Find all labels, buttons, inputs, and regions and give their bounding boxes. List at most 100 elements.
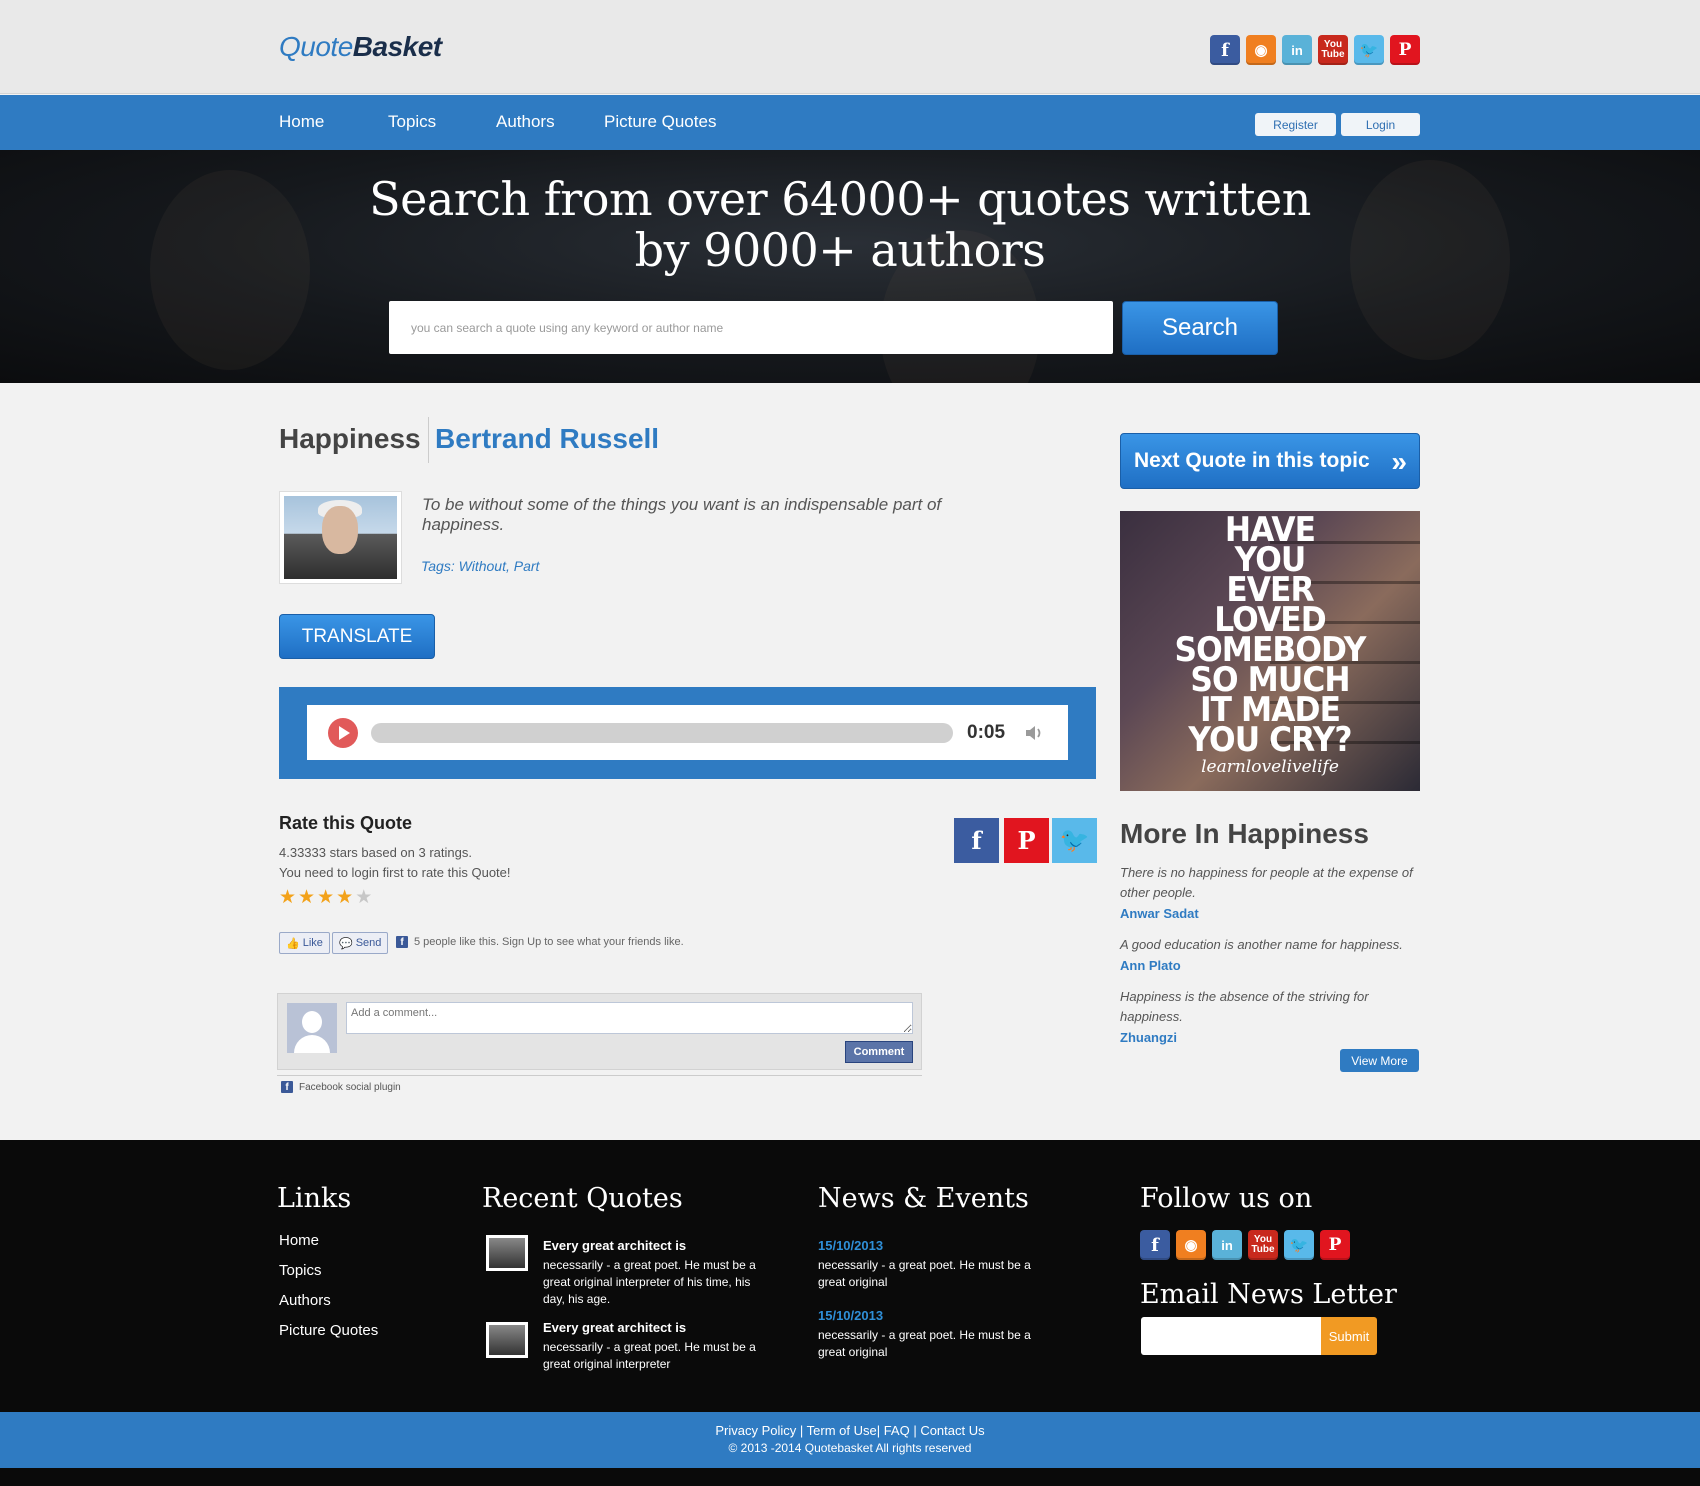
tags-label: Tags: bbox=[421, 558, 455, 574]
rating-summary: 4.33333 stars based on 3 ratings. bbox=[279, 845, 472, 860]
footer-link-topics[interactable]: Topics bbox=[279, 1262, 322, 1279]
footer-news-heading: News & Events bbox=[818, 1183, 1029, 1214]
avatar bbox=[287, 1003, 337, 1053]
bottom-strip bbox=[0, 1468, 1700, 1486]
translate-button[interactable]: TRANSLATE bbox=[279, 614, 435, 659]
volume-icon[interactable] bbox=[1023, 722, 1045, 744]
related-quote-author[interactable]: Zhuangzi bbox=[1120, 1030, 1177, 1045]
next-quote-button[interactable]: Next Quote in this topic » bbox=[1120, 433, 1420, 489]
double-chevron-right-icon: » bbox=[1391, 446, 1406, 477]
fb-plugin-credit: f Facebook social plugin bbox=[281, 1081, 401, 1093]
twitter-icon[interactable]: 🐦 bbox=[1284, 1230, 1314, 1260]
more-in-topic-heading: More In Happiness bbox=[1120, 818, 1369, 849]
quote-tags: Tags: Without, Part bbox=[421, 558, 539, 574]
view-more-button[interactable]: View More bbox=[1340, 1049, 1419, 1072]
related-quote-text[interactable]: A good education is another name for hap… bbox=[1120, 935, 1420, 955]
rating-login-note: You need to login first to rate this Quo… bbox=[279, 865, 511, 880]
comment-input[interactable] bbox=[346, 1002, 913, 1034]
star-icon[interactable]: ★ bbox=[336, 888, 353, 907]
nav-picture-quotes[interactable]: Picture Quotes bbox=[604, 112, 716, 132]
tags-links[interactable]: Without, Part bbox=[459, 558, 540, 574]
speech-bubble-icon: 💬 bbox=[339, 937, 353, 950]
footer-link-home[interactable]: Home bbox=[279, 1232, 319, 1249]
picture-quote-text: HAVE YOU EVER LOVED SOMEBODY SO MUCH IT … bbox=[1132, 513, 1408, 760]
youtube-icon[interactable]: You Tube bbox=[1318, 35, 1348, 65]
star-icon[interactable]: ★ bbox=[355, 888, 372, 907]
search-button[interactable]: Search bbox=[1122, 301, 1278, 355]
twitter-share-icon[interactable]: 🐦 bbox=[1052, 818, 1097, 863]
picture-quote-signature: learnlovelivelife bbox=[1201, 757, 1339, 777]
audio-player-controls: 0:05 bbox=[307, 705, 1068, 760]
recent-quote-thumbnail[interactable] bbox=[486, 1235, 528, 1271]
star-icon[interactable]: ★ bbox=[298, 888, 315, 907]
audio-progress-bar[interactable] bbox=[371, 723, 953, 743]
logo-part-quote: Quote bbox=[279, 31, 353, 62]
twitter-icon[interactable]: 🐦 bbox=[1354, 35, 1384, 65]
fb-like-count-text: 5 people like this. Sign Up to see what … bbox=[414, 936, 684, 948]
picture-quote-line: YOU CRY? bbox=[1188, 720, 1352, 760]
fb-plugin-text[interactable]: Facebook social plugin bbox=[299, 1082, 401, 1093]
search-input[interactable] bbox=[389, 301, 1113, 354]
pinterest-share-icon[interactable]: P bbox=[1004, 818, 1049, 863]
login-button[interactable]: Login bbox=[1341, 113, 1420, 136]
register-button[interactable]: Register bbox=[1255, 113, 1336, 136]
top-header: QuoteBasket f ◉ in You Tube 🐦 P bbox=[0, 0, 1700, 94]
comment-button[interactable]: Comment bbox=[845, 1041, 913, 1063]
footer-link-picture-quotes[interactable]: Picture Quotes bbox=[279, 1322, 378, 1339]
star-rating[interactable]: ★ ★ ★ ★ ★ bbox=[279, 888, 372, 907]
rss-icon[interactable]: ◉ bbox=[1176, 1230, 1206, 1260]
quote-topic-title[interactable]: Happiness bbox=[279, 423, 421, 455]
star-icon[interactable]: ★ bbox=[279, 888, 296, 907]
newsletter-email-input[interactable] bbox=[1141, 1317, 1321, 1355]
avatar-body bbox=[294, 1035, 330, 1053]
nav-authors[interactable]: Authors bbox=[496, 112, 555, 132]
fb-like-count: f 5 people like this. Sign Up to see wha… bbox=[396, 936, 684, 948]
recent-quote-thumbnail-image bbox=[489, 1325, 525, 1355]
play-icon[interactable] bbox=[328, 718, 358, 748]
nav-topics[interactable]: Topics bbox=[388, 112, 436, 132]
recent-quote-body: necessarily - a great poet. He must be a… bbox=[543, 1258, 756, 1306]
facebook-icon[interactable]: f bbox=[1140, 1230, 1170, 1260]
recent-quote-thumbnail[interactable] bbox=[486, 1322, 528, 1358]
nav-home[interactable]: Home bbox=[279, 112, 324, 132]
fb-send-button[interactable]: 💬 Send bbox=[332, 932, 389, 954]
hero-search-banner: Search from over 64000+ quotes written b… bbox=[0, 150, 1700, 383]
footer-follow-heading: Follow us on bbox=[1140, 1183, 1313, 1214]
footer-bottom-links[interactable]: Privacy Policy | Term of Use| FAQ | Cont… bbox=[0, 1423, 1700, 1438]
rss-icon[interactable]: ◉ bbox=[1246, 35, 1276, 65]
footer-social-icons: f ◉ in You Tube 🐦 P bbox=[1140, 1230, 1350, 1260]
hero-title: Search from over 64000+ quotes written b… bbox=[0, 174, 1680, 276]
quote-text: To be without some of the things you wan… bbox=[422, 495, 942, 534]
linkedin-icon[interactable]: in bbox=[1212, 1230, 1242, 1260]
footer-links-heading: Links bbox=[277, 1183, 352, 1214]
facebook-share-icon[interactable]: f bbox=[954, 818, 999, 863]
news-body[interactable]: necessarily - a great poet. He must be a… bbox=[818, 1257, 1048, 1291]
author-photo[interactable] bbox=[279, 491, 402, 584]
recent-quote-heading[interactable]: Every great architect is bbox=[543, 1320, 686, 1335]
youtube-icon[interactable]: You Tube bbox=[1248, 1230, 1278, 1260]
next-quote-label: Next Quote in this topic bbox=[1134, 449, 1370, 472]
news-date: 15/10/2013 bbox=[818, 1238, 884, 1253]
related-quote-text[interactable]: Happiness is the absence of the striving… bbox=[1120, 987, 1420, 1027]
plugin-divider bbox=[277, 1075, 922, 1076]
pinterest-icon[interactable]: P bbox=[1390, 35, 1420, 65]
pinterest-icon[interactable]: P bbox=[1320, 1230, 1350, 1260]
site-logo[interactable]: QuoteBasket bbox=[279, 31, 442, 63]
news-body[interactable]: necessarily - a great poet. He must be a… bbox=[818, 1327, 1048, 1361]
newsletter-submit-button[interactable]: Submit bbox=[1321, 1317, 1377, 1355]
thumbs-up-icon: 👍 bbox=[286, 937, 300, 950]
facebook-icon[interactable]: f bbox=[1210, 35, 1240, 65]
recent-quote-body: necessarily - a great poet. He must be a… bbox=[543, 1340, 756, 1371]
quote-author-title[interactable]: Bertrand Russell bbox=[435, 423, 659, 455]
copyright: © 2013 -2014 Quotebasket All rights rese… bbox=[728, 1441, 972, 1455]
linkedin-icon[interactable]: in bbox=[1282, 35, 1312, 65]
related-quote-author[interactable]: Ann Plato bbox=[1120, 958, 1181, 973]
related-quote-author[interactable]: Anwar Sadat bbox=[1120, 906, 1199, 921]
related-quote-text[interactable]: There is no happiness for people at the … bbox=[1120, 863, 1420, 903]
footer-link-authors[interactable]: Authors bbox=[279, 1292, 331, 1309]
fb-like-button[interactable]: 👍 Like bbox=[279, 932, 330, 954]
star-icon[interactable]: ★ bbox=[317, 888, 334, 907]
recent-quote-heading[interactable]: Every great architect is bbox=[543, 1238, 686, 1253]
picture-quote-image[interactable]: HAVE YOU EVER LOVED SOMEBODY SO MUCH IT … bbox=[1120, 511, 1420, 791]
main-nav: Home Topics Authors Picture Quotes Regis… bbox=[0, 95, 1700, 150]
